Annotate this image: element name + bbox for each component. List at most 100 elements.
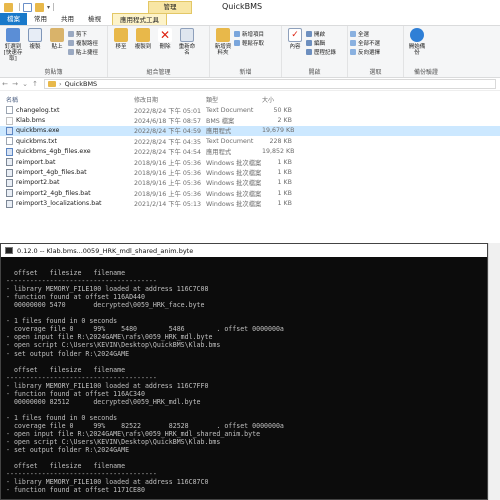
forward-arrow-icon[interactable]: → bbox=[10, 80, 20, 88]
file-row[interactable]: quickbms_4gb_files.exe 2022/8/24 下午 04:54… bbox=[0, 147, 500, 157]
tab-share[interactable]: 共用 bbox=[54, 13, 81, 25]
file-row[interactable]: quickbms.exe 2022/8/24 下午 04:59 應用程式 19,679… bbox=[0, 125, 500, 137]
file-name: Klab.bms bbox=[16, 117, 46, 125]
file-date: 2022/8/24 下午 04:59 bbox=[134, 128, 202, 136]
easy-access-button[interactable]: 輕鬆存取 bbox=[234, 38, 264, 47]
select-all-label: 全選 bbox=[358, 31, 370, 38]
paste-icon bbox=[50, 28, 64, 42]
console-line: - 1 files found in 0 seconds bbox=[6, 413, 118, 422]
invert-selection-label: 反向選擇 bbox=[358, 49, 381, 56]
bat-file-icon bbox=[6, 189, 13, 198]
file-date: 2021/2/14 下午 05:13 bbox=[134, 201, 202, 209]
file-row[interactable]: quickbms.txt 2022/8/24 下午 04:35 Text Docum… bbox=[0, 136, 500, 146]
file-row[interactable]: reimport3_localizations.bat 2021/2/14 下午 … bbox=[0, 199, 500, 209]
console-line: - 1 files found in 0 seconds bbox=[6, 317, 118, 326]
select-all-button[interactable]: 全選 bbox=[350, 29, 380, 38]
console-title: 0.12.0 -- Klab.bms...0059_HRK_mdl_shared… bbox=[17, 246, 194, 255]
file-type: Windows 批次檔案 bbox=[206, 180, 262, 188]
file-row[interactable]: reimport2_4gb_files.bat 2018/9/16 上午 05:3… bbox=[0, 188, 500, 198]
console-line: - function found at offset 116AD440 bbox=[6, 293, 145, 302]
breadcrumb-current[interactable]: QuickBMS bbox=[65, 80, 98, 88]
file-row[interactable]: Klab.bms 2024/6/18 下午 08:57 BMS 檔案 2 KB bbox=[0, 115, 500, 125]
window-title: QuickBMS bbox=[222, 2, 263, 11]
open-button[interactable]: 開啟 bbox=[306, 29, 336, 38]
file-list-header: 名稱 修改日期 類型 大小 bbox=[0, 94, 500, 105]
file-name-cell: Klab.bms bbox=[0, 116, 134, 125]
cut-button[interactable]: 剪下 bbox=[68, 29, 98, 38]
file-date: 2022/8/24 下午 04:35 bbox=[134, 138, 202, 146]
tab-file[interactable]: 檔案 bbox=[0, 13, 27, 25]
divider bbox=[53, 3, 55, 11]
file-row[interactable]: reimport2.bat 2018/9/16 上午 05:36 Windows 批… bbox=[0, 178, 500, 188]
chevron-down-icon[interactable]: ▾ bbox=[47, 4, 50, 11]
console-line: - open input file R:\2024GAME\rafs\0059_… bbox=[6, 429, 261, 438]
tab-view[interactable]: 檢視 bbox=[81, 13, 108, 25]
file-name: reimport.bat bbox=[16, 158, 56, 166]
column-header-name[interactable]: 名稱 bbox=[0, 95, 134, 104]
console-title-bar: 0.12.0 -- Klab.bms...0059_HRK_mdl_shared… bbox=[1, 244, 487, 257]
file-name: reimport3_localizations.bat bbox=[16, 200, 102, 208]
file-date: 2018/9/16 上午 05:36 bbox=[134, 180, 202, 188]
file-row[interactable]: changelog.txt 2022/8/24 下午 05:01 Text Docu… bbox=[0, 105, 500, 115]
file-name-cell: reimport2.bat bbox=[0, 178, 134, 187]
file-name-cell: quickbms_4gb_files.exe bbox=[0, 147, 134, 156]
new-folder-quick-icon[interactable] bbox=[35, 2, 44, 12]
edit-button[interactable]: 編輯 bbox=[306, 38, 336, 47]
easy-access-icon bbox=[234, 39, 240, 46]
file-type: Windows 批次檔案 bbox=[206, 170, 262, 178]
tab-app-tools[interactable]: 應用程式工具 bbox=[112, 13, 167, 25]
file-rows: changelog.txt 2022/8/24 下午 05:01 Text Docu… bbox=[0, 105, 500, 209]
copy-path-button[interactable]: 複製路徑 bbox=[68, 38, 98, 47]
file-row[interactable]: reimport_4gb_files.bat 2018/9/16 上午 05:36… bbox=[0, 167, 500, 177]
file-name: reimport2_4gb_files.bat bbox=[16, 189, 91, 197]
console-line: - open input file R:\2024GAME\rafs\0059_… bbox=[6, 333, 213, 342]
console-line: offset filesize filename bbox=[6, 365, 126, 374]
up-arrow-icon[interactable]: ↑ bbox=[30, 80, 40, 88]
file-explorer-window: ▾ 管理 QuickBMS 檔案 常用 共用 檢視 應用程式工具 釘選到[快速存… bbox=[0, 0, 500, 237]
back-arrow-icon[interactable]: ← bbox=[0, 80, 10, 88]
console-line: -------------------------------------- bbox=[6, 277, 157, 286]
address-field[interactable]: › QuickBMS bbox=[44, 79, 496, 89]
console-output[interactable]: offset filesize filename ----------------… bbox=[1, 257, 487, 494]
address-bar-row: ← → ⌄ ↑ › QuickBMS bbox=[0, 78, 500, 91]
select-all-icon bbox=[350, 30, 356, 37]
new-folder-icon bbox=[216, 28, 230, 42]
paste-shortcut-button[interactable]: 貼上捷徑 bbox=[68, 47, 98, 56]
column-header-type[interactable]: 類型 bbox=[204, 95, 262, 104]
recent-chevron-icon[interactable]: ⌄ bbox=[20, 80, 30, 88]
background-scrollbar[interactable] bbox=[488, 243, 500, 500]
new-item-button[interactable]: 新增項目 bbox=[234, 29, 264, 38]
ribbon-tabs: 檔案 常用 共用 檢視 應用程式工具 bbox=[0, 13, 500, 26]
properties-quick-icon[interactable] bbox=[23, 2, 32, 12]
column-header-date[interactable]: 修改日期 bbox=[134, 95, 204, 104]
file-size: 50 KB bbox=[273, 106, 292, 114]
file-date: 2022/8/24 下午 04:54 bbox=[134, 149, 202, 157]
file-name-cell: reimport2_4gb_files.bat bbox=[0, 189, 134, 198]
copy-path-icon bbox=[68, 39, 74, 46]
history-button[interactable]: 歷程記錄 bbox=[306, 47, 336, 56]
copy-to-icon bbox=[136, 28, 150, 42]
select-none-button[interactable]: 全部不選 bbox=[350, 38, 380, 47]
console-line: - function found at offset 116AC340 bbox=[6, 389, 145, 398]
console-line: - set output folder R:\2024GAME bbox=[6, 349, 130, 358]
new-item-icon bbox=[234, 30, 240, 37]
easy-access-label: 輕鬆存取 bbox=[242, 40, 265, 47]
invert-selection-button[interactable]: 反向選擇 bbox=[350, 47, 380, 56]
file-row[interactable]: reimport.bat 2018/9/16 上午 05:36 Windows 批次… bbox=[0, 157, 500, 167]
file-name-cell: reimport3_localizations.bat bbox=[0, 199, 134, 208]
file-name: changelog.txt bbox=[16, 106, 60, 114]
column-header-size[interactable]: 大小 bbox=[262, 95, 292, 104]
copy-path-label: 複製路徑 bbox=[76, 40, 99, 47]
console-line: offset filesize filename bbox=[6, 269, 126, 278]
tab-home[interactable]: 常用 bbox=[27, 13, 54, 25]
bms-file-icon bbox=[6, 116, 13, 125]
backup-group-label: 備份驗證 bbox=[413, 69, 438, 76]
scissors-icon bbox=[68, 30, 74, 37]
bat-file-icon bbox=[6, 168, 13, 177]
file-name: quickbms_4gb_files.exe bbox=[16, 148, 91, 156]
file-size: 1 KB bbox=[277, 200, 292, 208]
console-line: -------------------------------------- bbox=[6, 373, 157, 382]
